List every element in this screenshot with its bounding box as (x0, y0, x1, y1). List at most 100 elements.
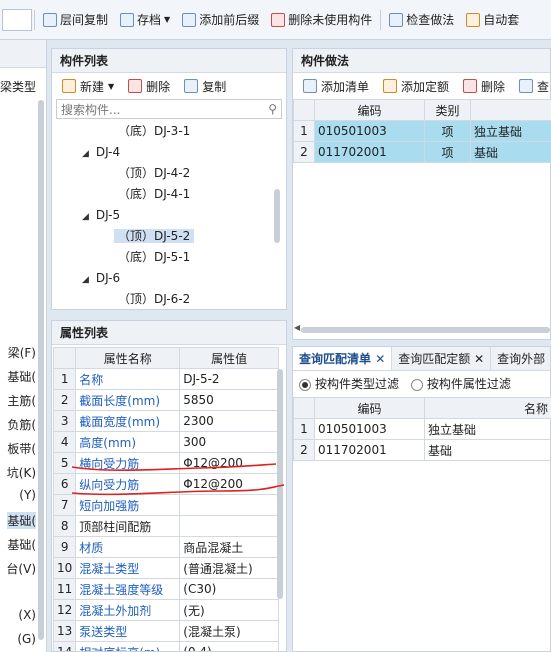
left-nav-item[interactable]: 主筋( (7, 392, 36, 409)
property-value[interactable]: 商品混凝土 (179, 536, 279, 558)
property-row[interactable]: 11 混凝土强度等级 (C30) (52, 578, 279, 600)
row-number: 10 (52, 557, 77, 579)
scroll-left-icon[interactable]: ◀ (294, 323, 300, 332)
property-row[interactable]: 1 名称 DJ-5-2 (52, 368, 279, 390)
match-name[interactable]: 基础 (424, 439, 551, 461)
component-list-actions: 新建 ▼ 删除 复制 (52, 73, 286, 99)
filter-by-attribute-radio[interactable]: 按构件属性过滤 (410, 377, 511, 391)
property-value[interactable]: (C30) (179, 578, 279, 600)
property-value[interactable] (179, 515, 279, 537)
property-row[interactable]: 12 混凝土外加剂 (无) (52, 599, 279, 621)
method-horizontal-scrollbar[interactable] (301, 327, 550, 333)
left-nav-item[interactable]: 梁类型 (0, 78, 36, 95)
property-row[interactable]: 13 泵送类型 (混凝土泵) (52, 620, 279, 642)
toolbar-dropdown[interactable] (2, 8, 32, 31)
tree-group-item[interactable]: ◢ DJ-5 (52, 205, 286, 226)
property-row[interactable]: 8 顶部柱间配筋 (52, 515, 279, 537)
property-row[interactable]: 3 截面宽度(mm) 2300 (52, 410, 279, 432)
method-name[interactable]: 基础 (470, 141, 551, 163)
tree-item[interactable]: （底）DJ-5-1 (52, 247, 286, 268)
left-nav-item[interactable]: (X) (18, 608, 36, 622)
component-tree-scrollbar[interactable] (274, 189, 280, 243)
tab-match-list[interactable]: 查询匹配清单 ✕ (293, 347, 393, 370)
property-name: 顶部柱间配筋 (75, 515, 181, 537)
method-code[interactable]: 011702001 (314, 141, 425, 163)
property-row[interactable]: 9 材质 商品混凝土 (52, 536, 279, 558)
property-row[interactable]: 2 截面长度(mm) 5850 (52, 389, 279, 411)
delete-method-button[interactable]: 删除 (457, 75, 511, 97)
tree-item[interactable]: （顶）DJ-4-2 (52, 163, 286, 184)
match-row[interactable]: 2 011702001 基础 (293, 439, 551, 461)
add-prefix-button[interactable]: 添加前后缀 (176, 8, 265, 32)
left-nav-item[interactable]: (G) (17, 632, 36, 646)
method-name[interactable]: 独立基础 (470, 120, 551, 142)
property-row[interactable]: 10 混凝土类型 (普通混凝土) (52, 557, 279, 579)
tree-item-selected[interactable]: （顶）DJ-5-2 (52, 226, 286, 247)
property-value[interactable]: DJ-5-2 (179, 368, 279, 390)
expand-triangle-icon[interactable]: ◢ (82, 270, 92, 291)
left-nav-item[interactable]: (Y) (19, 488, 36, 502)
method-row[interactable]: 1 010501003 项 独立基础 (293, 120, 551, 142)
method-category[interactable]: 项 (424, 141, 471, 163)
component-search-input[interactable]: 搜索构件... ⚲ (56, 99, 282, 119)
property-row[interactable]: 7 短向加强筋 (52, 494, 279, 516)
delete-component-button[interactable]: 删除 (122, 75, 176, 97)
property-table: 属性名称 属性值 1 名称 DJ-5-2 2 截面长度(mm) 5850 3 截面宽度(mm)… (52, 347, 279, 651)
left-nav-item[interactable]: 基础( (7, 536, 36, 553)
tree-item[interactable]: （顶）DJ-6-2 (52, 289, 286, 310)
copy-floors-button[interactable]: 层间复制 (37, 8, 114, 32)
property-value[interactable]: (混凝土泵) (179, 620, 279, 642)
left-nav-item[interactable]: 坑(K) (7, 464, 36, 481)
copy-component-button[interactable]: 复制 (178, 75, 232, 97)
copy-floors-icon (43, 12, 57, 27)
property-value[interactable]: 5850 (179, 389, 279, 411)
property-value[interactable]: (普通混凝土) (179, 557, 279, 579)
component-list-panel: 构件列表 新建 ▼ 删除 复制 搜索构件... ⚲ （底）DJ-3-1 ◢ DJ-4… (51, 48, 287, 310)
property-name: 名称 (75, 368, 181, 390)
add-quota-button[interactable]: 添加定额 (377, 75, 455, 97)
property-value[interactable]: (无) (179, 599, 279, 621)
property-value[interactable]: 2300 (179, 410, 279, 432)
tree-item[interactable]: （底）DJ-4-1 (52, 184, 286, 205)
row-number: 12 (52, 599, 77, 621)
left-nav-item[interactable]: 台(V) (6, 560, 36, 577)
close-icon[interactable]: ✕ (474, 352, 484, 366)
method-row[interactable]: 2 011702001 项 基础 (293, 141, 551, 163)
left-nav-item[interactable]: 板带( (7, 440, 36, 457)
method-category[interactable]: 项 (424, 120, 471, 142)
property-row[interactable]: 14相对底标高(m)(0.4) (52, 641, 279, 651)
new-component-button[interactable]: 新建 ▼ (56, 75, 120, 97)
column-header-value: 属性值 (179, 347, 279, 369)
archive-button[interactable]: 存档 ▼ (114, 8, 176, 32)
match-name[interactable]: 独立基础 (424, 418, 551, 440)
match-row[interactable]: 1 010501003 独立基础 (293, 418, 551, 440)
add-list-button[interactable]: 添加清单 (297, 75, 375, 97)
left-nav-item[interactable]: 梁(F) (8, 344, 36, 361)
method-code[interactable]: 010501003 (314, 120, 425, 142)
left-strip-scrollbar[interactable] (38, 100, 44, 640)
toolbar-separator (380, 9, 382, 30)
tree-group-item[interactable]: ◢ DJ-4 (52, 142, 286, 163)
check-method-button[interactable]: 检查做法 (383, 8, 460, 32)
expand-triangle-icon[interactable]: ◢ (82, 144, 92, 165)
tree-group-item[interactable]: ◢ DJ-6 (52, 268, 286, 289)
expand-triangle-icon[interactable]: ◢ (82, 207, 92, 228)
tab-external-query[interactable]: 查询外部 (491, 347, 551, 370)
query-button[interactable]: 查 (513, 75, 551, 97)
tree-item[interactable]: （底）DJ-3-1 (52, 121, 286, 142)
auto-apply-button[interactable]: 自动套 (460, 8, 525, 32)
column-header-name: 属性名称 (75, 347, 181, 369)
filter-by-type-radio[interactable]: 按构件类型过滤 (299, 377, 399, 391)
left-nav-item[interactable]: 基础( (7, 368, 36, 385)
tab-match-quota[interactable]: 查询匹配定额 ✕ (392, 347, 492, 370)
close-icon[interactable]: ✕ (375, 352, 385, 366)
match-code[interactable]: 010501003 (314, 418, 425, 440)
property-value[interactable] (179, 494, 279, 516)
left-nav-item-selected[interactable]: 基础( (7, 512, 36, 529)
delete-unused-button[interactable]: 删除未使用构件 (265, 8, 378, 32)
property-value[interactable]: (0.4) (179, 641, 279, 651)
auto-apply-icon (466, 12, 481, 27)
left-nav-item[interactable]: 负筋( (7, 416, 36, 433)
search-icon[interactable]: ⚲ (268, 102, 277, 116)
match-code[interactable]: 011702001 (314, 439, 425, 461)
